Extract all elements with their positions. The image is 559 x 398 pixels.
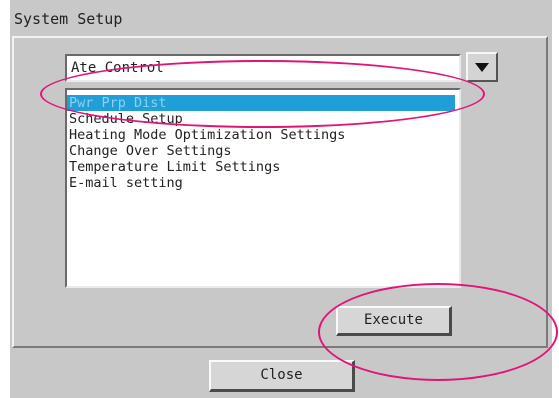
list-item-email-setting[interactable]: E-mail setting	[67, 175, 455, 191]
control-combo-field[interactable]: Ate Control	[65, 54, 461, 82]
triangle-down-icon	[475, 62, 489, 72]
settings-listbox[interactable]: Pwr Prp Dist Schedule Setup Heating Mode…	[65, 88, 461, 288]
list-item-schedule-setup[interactable]: Schedule Setup	[67, 111, 455, 127]
list-item-heating-mode-optimization[interactable]: Heating Mode Optimization Settings	[67, 127, 455, 143]
list-item-temperature-limit-settings[interactable]: Temperature Limit Settings	[67, 159, 455, 175]
window-title: System Setup	[14, 10, 123, 28]
list-item-pwr-prp-dist[interactable]: Pwr Prp Dist	[67, 95, 455, 111]
close-button[interactable]: Close	[209, 360, 355, 392]
execute-button[interactable]: Execute	[336, 306, 452, 336]
list-item-change-over-settings[interactable]: Change Over Settings	[67, 143, 455, 159]
combo-dropdown-button[interactable]	[466, 52, 498, 82]
system-setup-window: System Setup Ate Control Pwr Prp Dist Sc…	[10, 0, 552, 398]
